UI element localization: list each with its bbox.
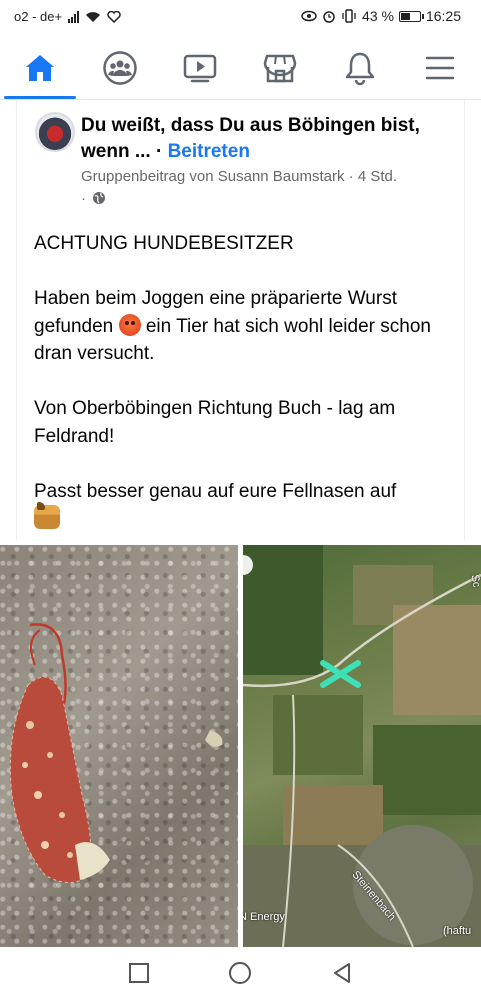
watch-icon: [183, 54, 217, 83]
map-label-energy: N Energy: [243, 911, 285, 923]
post-text-part: Passt besser genau auf eure Fellnasen au…: [34, 480, 397, 502]
dog-emoji-icon: [34, 502, 60, 529]
heart-icon: [107, 10, 121, 23]
post-paragraph: Von Oberböbingen Richtung Buch - lag am …: [34, 398, 396, 447]
join-group-link[interactable]: Beitreten: [168, 141, 250, 162]
eye-icon: [301, 10, 317, 22]
home-icon: [26, 55, 54, 81]
map-label-haftu: (haftu: [443, 925, 472, 937]
meta-separator: ·: [81, 190, 86, 207]
post-paragraph: Haben beim Joggen eine präparierte Wurst…: [34, 285, 454, 368]
photo-map[interactable]: N Energy Steinenbach (haftu Sc: [243, 545, 481, 947]
clock: 16:25: [425, 8, 461, 24]
recents-button[interactable]: [127, 961, 151, 985]
post-header: Du weißt, dass Du aus Böbingen bist, wen…: [81, 113, 451, 165]
menu-icon: [425, 56, 455, 80]
nav-active-indicator: [4, 96, 76, 99]
status-left: o2 - de+: [14, 9, 121, 24]
nav-groups[interactable]: [80, 38, 160, 98]
photo-sausage[interactable]: [0, 545, 238, 947]
system-navigation: [0, 947, 481, 999]
globe-icon: [93, 192, 106, 204]
nav-marketplace[interactable]: [240, 38, 320, 98]
marketplace-icon: [263, 54, 297, 83]
battery-percent: 43 %: [362, 8, 394, 24]
carrier-label: o2 - de+: [14, 9, 63, 24]
status-bar: o2 - de+ 43 % 16:25: [0, 0, 481, 36]
group-avatar[interactable]: [35, 112, 75, 152]
vibrate-icon: [342, 9, 356, 23]
nav-notifications[interactable]: [320, 38, 400, 98]
nav-menu[interactable]: [400, 38, 480, 98]
post-card: Du weißt, dass Du aus Böbingen bist, wen…: [16, 100, 465, 540]
main-nav: [0, 38, 481, 100]
groups-icon: [103, 51, 137, 85]
battery-fill: [400, 12, 410, 20]
group-name-link[interactable]: Du weißt, dass Du aus Böbingen bist, wen…: [81, 115, 420, 162]
post-paragraph: Passt besser genau auf eure Fellnasen au…: [34, 478, 454, 533]
notifications-icon: [345, 52, 375, 86]
post-body: ACHTUNG HUNDEBESITZER Haben beim Joggen …: [34, 230, 454, 560]
back-button[interactable]: [330, 961, 354, 985]
post-paragraph: ACHTUNG HUNDEBESITZER: [34, 233, 294, 254]
post-author-meta[interactable]: Gruppenbeitrag von Susann Baumstark · 4 …: [81, 168, 397, 185]
wifi-icon: [86, 11, 101, 22]
angry-face-emoji-icon: [118, 313, 141, 336]
sausage-image: [9, 623, 223, 883]
nav-watch[interactable]: [160, 38, 240, 98]
battery-icon: [398, 10, 424, 22]
alarm-icon: [323, 11, 335, 23]
post-photos: N Energy Steinenbach (haftu Sc: [0, 545, 481, 947]
separator: ·: [155, 141, 168, 162]
post-meta: Gruppenbeitrag von Susann Baumstark · 4 …: [81, 166, 451, 210]
signal-icon: [68, 10, 80, 23]
map-label-sc: Sc: [468, 573, 481, 589]
home-button[interactable]: [228, 961, 252, 985]
nav-home[interactable]: [0, 38, 80, 99]
status-right: 43 % 16:25: [301, 8, 461, 24]
